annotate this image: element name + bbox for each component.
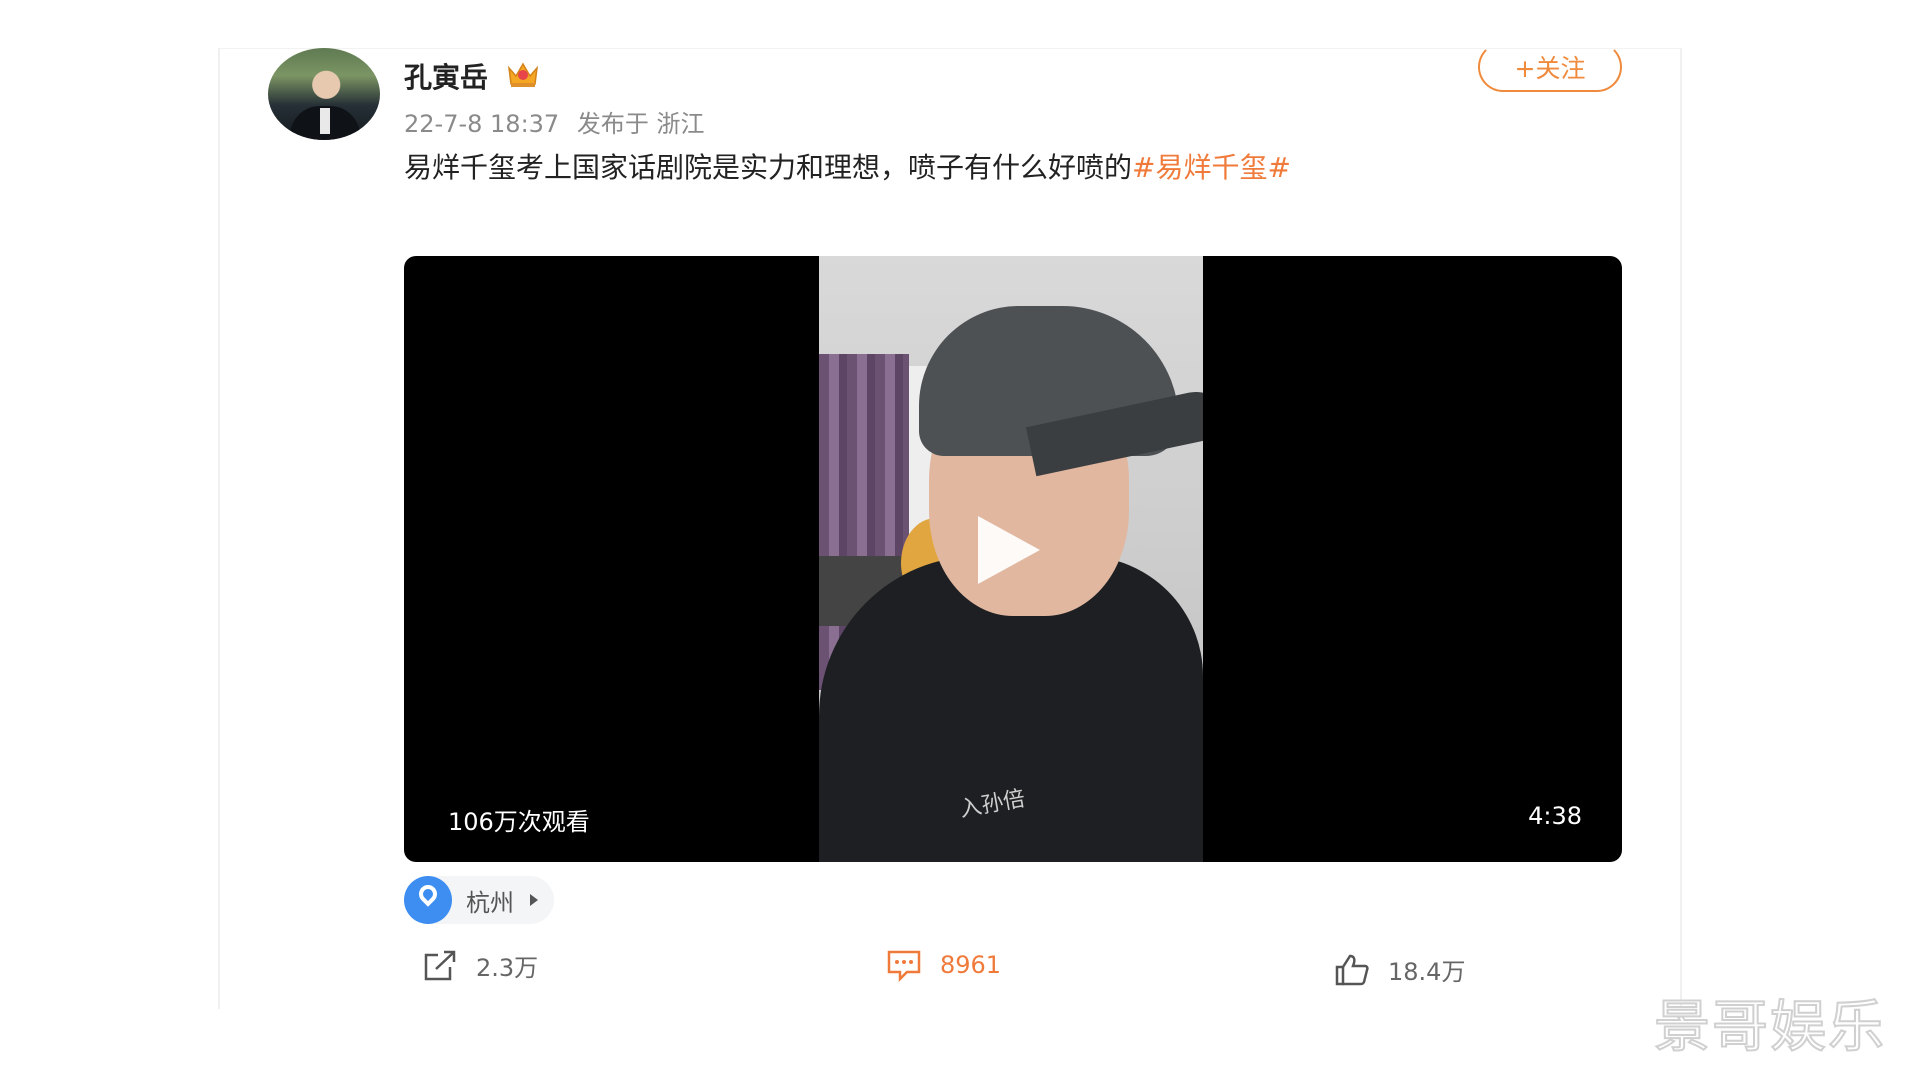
like-count: 18.4万 <box>1388 958 1466 986</box>
comment-icon <box>887 950 921 982</box>
chevron-right-icon <box>530 894 538 906</box>
comment-button[interactable]: 8961 <box>886 948 1001 982</box>
username[interactable]: 孔寅岳 <box>404 56 488 96</box>
comment-count: 8961 <box>940 951 1002 979</box>
watermark: 景哥娱乐 <box>1653 994 1886 1061</box>
post-body: 易烊千玺考上国家话剧院是实力和理想，喷子有什么好喷的 <box>404 151 1133 184</box>
location-pin-icon <box>404 876 452 924</box>
crown-icon <box>507 62 539 87</box>
post-timestamp: 22-7-8 18:37 <box>404 110 560 138</box>
thumbs-up-icon <box>1335 954 1369 985</box>
share-count: 2.3万 <box>476 954 539 982</box>
share-button[interactable]: 2.3万 <box>422 948 538 983</box>
post-meta: 22-7-8 18:37 发布于 浙江 <box>404 104 714 139</box>
post-text: 易烊千玺考上国家话剧院是实力和理想，喷子有什么好喷的#易烊千玺# <box>404 146 1291 186</box>
like-button[interactable]: 18.4万 <box>1334 952 1465 987</box>
post-source: 发布于 浙江 <box>576 110 705 138</box>
avatar[interactable] <box>268 48 380 140</box>
video-player[interactable]: 入孙倍 106万次观看 4:38 <box>404 256 1622 862</box>
share-icon <box>424 950 456 980</box>
follow-button[interactable]: +关注 <box>1478 42 1622 92</box>
location-label: 杭州 <box>466 888 514 917</box>
hashtag-link[interactable]: #易烊千玺# <box>1132 151 1291 184</box>
video-duration: 4:38 <box>1528 802 1582 830</box>
location-badge[interactable]: 杭州 <box>404 876 554 924</box>
play-icon[interactable] <box>978 516 1040 584</box>
view-count: 106万次观看 <box>448 808 590 836</box>
